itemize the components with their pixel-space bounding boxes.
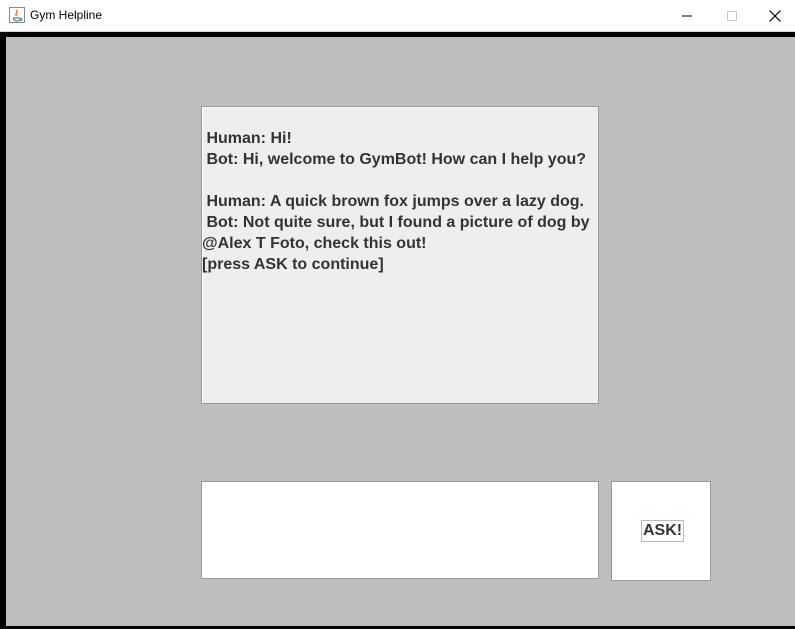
ask-button[interactable]: ASK! <box>641 520 685 542</box>
ask-button-panel[interactable]: ASK! <box>611 481 711 581</box>
close-icon <box>769 9 781 22</box>
chat-line: [press ASK to continue] <box>202 256 384 273</box>
chat-line: @Alex T Foto, check this out! <box>202 235 427 252</box>
chat-line: Human: Hi! <box>202 130 292 147</box>
chat-transcript: Human: Hi! Bot: Hi, welcome to GymBot! H… <box>201 106 599 404</box>
minimize-button[interactable] <box>664 0 710 31</box>
close-button[interactable] <box>755 0 795 31</box>
minimize-icon <box>682 15 692 16</box>
java-app-icon <box>9 7 25 23</box>
content-panel: Human: Hi! Bot: Hi, welcome to GymBot! H… <box>6 37 795 626</box>
question-input[interactable] <box>201 481 599 579</box>
maximize-icon <box>727 10 737 21</box>
maximize-button[interactable] <box>709 0 755 31</box>
chat-line: Bot: Hi, welcome to GymBot! How can I he… <box>202 151 587 168</box>
title-bar[interactable]: Gym Helpline <box>0 0 795 32</box>
app-window: Gym Helpline Human: Hi! Bot: Hi, welcome… <box>0 0 795 629</box>
chat-line: Bot: Not quite sure, but I found a pictu… <box>202 214 590 231</box>
window-title: Gym Helpline <box>30 8 103 22</box>
chat-line: Human: A quick brown fox jumps over a la… <box>202 193 584 210</box>
